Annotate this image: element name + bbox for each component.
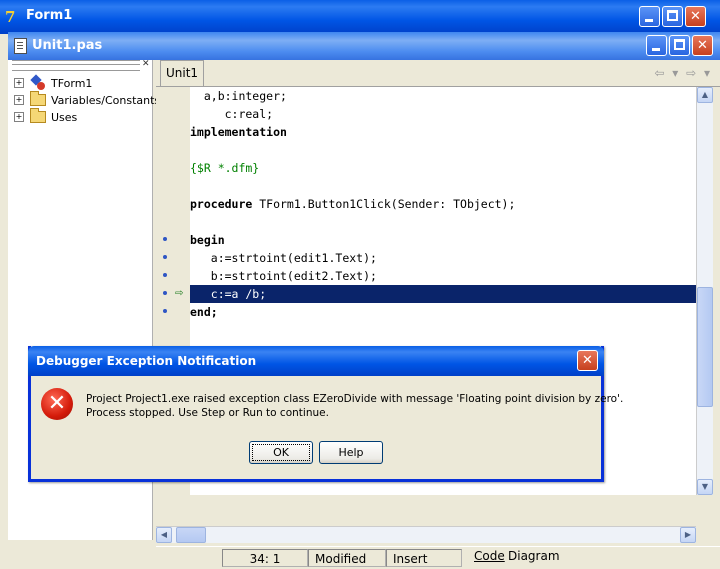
code-line: b:=strtoint(edit2.Text);	[190, 269, 377, 283]
document-icon	[14, 38, 27, 54]
tree-item-uses[interactable]: + Uses	[14, 108, 78, 125]
vertical-scrollbar[interactable]: ▲ ▼	[696, 87, 713, 495]
tree-item-label: TForm1	[51, 76, 93, 90]
code-line: {$R *.dfm}	[190, 161, 260, 175]
folder-icon	[30, 108, 46, 123]
code-line: implementation	[190, 125, 287, 139]
unit-close-button[interactable]: ✕	[692, 35, 713, 56]
tree-item-label: Uses	[51, 110, 78, 124]
dialog-titlebar[interactable]: Debugger Exception Notification ✕	[28, 346, 604, 376]
scroll-right-icon[interactable]: ▶	[680, 527, 696, 543]
debugger-exception-dialog: Debugger Exception Notification ✕ ✕ Proj…	[28, 346, 623, 482]
form1-minimize-button[interactable]	[639, 6, 660, 27]
tree-item-variables[interactable]: + Variables/Constants	[14, 91, 161, 108]
horizontal-scroll-thumb[interactable]	[176, 527, 206, 543]
folder-icon	[30, 91, 46, 106]
form1-title: Form1	[26, 8, 73, 23]
tree-item-tform1[interactable]: + TForm1	[14, 75, 92, 91]
minimize-icon	[652, 48, 660, 51]
breakpoint-dot-icon	[163, 273, 167, 277]
editor-statusbar: 34: 1 Modified Insert Code Diagram	[156, 546, 720, 569]
vertical-scroll-thumb[interactable]	[697, 287, 713, 407]
form-class-icon	[30, 76, 46, 90]
expand-icon[interactable]: +	[14, 95, 24, 105]
close-icon: ✕	[690, 9, 701, 24]
unit-maximize-button[interactable]	[669, 35, 690, 56]
code-line: a:=strtoint(edit1.Text);	[190, 251, 377, 265]
unit-titlebar[interactable]: Unit1.pas ✕	[8, 32, 720, 60]
close-icon: ✕	[697, 38, 708, 53]
form1-close-button[interactable]: ✕	[685, 6, 706, 27]
navigation-arrows-icon[interactable]: ⇦ ▾ ⇨ ▾	[654, 66, 712, 80]
dialog-close-button[interactable]: ✕	[577, 350, 598, 371]
keyword: procedure	[190, 197, 253, 211]
code-line: begin	[190, 233, 225, 247]
maximize-icon	[667, 10, 678, 21]
message-line: Project Project1.exe raised exception cl…	[86, 393, 624, 405]
code-line: end;	[190, 305, 218, 319]
maximize-icon	[674, 39, 685, 50]
code-line: procedure TForm1.Button1Click(Sender: TO…	[190, 195, 696, 213]
ok-button[interactable]: OK	[249, 441, 313, 464]
message-line: Process stopped. Use Step or Run to cont…	[86, 407, 329, 419]
breakpoint-dot-icon	[163, 255, 167, 259]
breakpoint-dot-icon	[163, 237, 167, 241]
editor-tabbar: Unit1 ⇦ ▾ ⇨ ▾	[156, 60, 720, 87]
current-execution-line: c:=a /b;	[190, 285, 696, 303]
form1-maximize-button[interactable]	[662, 6, 683, 27]
tab-code[interactable]: Code	[474, 549, 505, 563]
cursor-position: 34: 1	[222, 549, 308, 567]
scroll-left-icon[interactable]: ◀	[156, 527, 172, 543]
scroll-up-icon[interactable]: ▲	[697, 87, 713, 103]
execution-point-arrow-icon: ⇨	[175, 288, 184, 299]
help-button[interactable]: Help	[319, 441, 383, 464]
breakpoint-dot-icon	[163, 291, 167, 295]
unit-title: Unit1.pas	[32, 38, 103, 53]
code-line: a,b:integer;	[190, 89, 287, 103]
form1-titlebar[interactable]: 7 Form1 ✕	[0, 0, 720, 34]
tab-diagram[interactable]: Diagram	[508, 549, 560, 563]
panel-grip[interactable]	[12, 60, 140, 71]
horizontal-scrollbar[interactable]: ◀ ▶	[156, 526, 696, 543]
code-text-fragment: TForm1.Button1Click(Sender: TObject);	[252, 197, 516, 211]
expand-icon[interactable]: +	[14, 112, 24, 122]
panel-close-icon[interactable]: ✕	[142, 59, 150, 69]
expand-icon[interactable]: +	[14, 78, 24, 88]
error-icon: ✕	[41, 388, 73, 420]
tree-item-label: Variables/Constants	[51, 93, 161, 107]
insert-mode-indicator: Insert	[386, 549, 462, 567]
dialog-message: Project Project1.exe raised exception cl…	[86, 392, 623, 420]
delphi-app-icon: 7	[5, 8, 16, 26]
breakpoint-dot-icon	[163, 309, 167, 313]
scroll-down-icon[interactable]: ▼	[697, 479, 713, 495]
code-line: c:real;	[190, 107, 274, 121]
modified-indicator: Modified	[308, 549, 386, 567]
dialog-title: Debugger Exception Notification	[36, 354, 257, 368]
close-icon: ✕	[582, 353, 593, 368]
unit-minimize-button[interactable]	[646, 35, 667, 56]
tab-unit1[interactable]: Unit1	[160, 60, 204, 86]
minimize-icon	[645, 19, 653, 22]
